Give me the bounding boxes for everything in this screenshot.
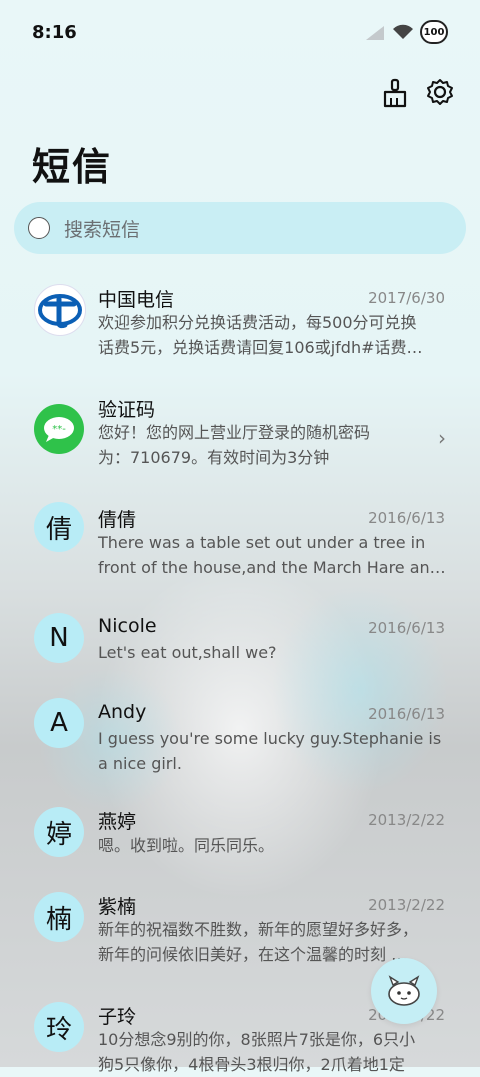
contact-name: 子玲 [98,1006,137,1028]
message-preview: Let's eat out,shall we? [98,640,448,665]
preview-line: 嗯。收到啦。同乐同乐。 [98,836,275,855]
battery-icon: 100 [420,20,448,44]
avatar: A [34,698,84,748]
avatar: 婷 [34,807,84,857]
preview-line: 话费5元，兑换话费请回复106或jfdh#话费… [98,338,423,357]
message-date: 2016/6/13 [368,509,445,527]
message-row-china-telecom[interactable]: 中国电信 2017/6/30 欢迎参加积分兑换话费活动，每500分可兑换 话费5… [0,280,480,380]
message-preview: 10分想念9别的你，8张照片7张是你，6只小 狗5只像你，4根骨头3根归你，2爪… [98,1027,448,1077]
status-time: 8:16 [32,22,77,43]
message-date: 2017/6/30 [368,289,445,307]
avatar: 楠 [34,892,84,942]
message-preview: I guess you're some lucky guy.Stephanie … [98,726,448,776]
message-row[interactable]: A Andy 2016/6/13 I guess you're some luc… [0,696,480,796]
preview-line: front of the house,and the March Hare an… [98,558,446,577]
signal-icon [366,26,384,40]
mascot-icon [28,217,50,239]
contact-name: Andy [98,701,147,723]
preview-line: a nice girl. [98,754,182,773]
contact-name: Nicole [98,615,157,637]
china-telecom-logo-icon [34,284,86,336]
avatar: N [34,613,84,663]
message-date: 2013/2/22 [368,896,445,914]
message-preview: 您好！您的网上营业厅登录的随机密码 为：710679。有效时间为3分钟 [98,420,448,470]
preview-line: 新年的祝福数不胜数，新年的愿望好多好多， [98,920,419,939]
message-preview: There was a table set out under a tree i… [98,530,448,580]
search-placeholder: 搜索短信 [64,218,141,241]
wifi-icon [393,24,413,39]
contact-name: 燕婷 [98,811,137,833]
message-row[interactable]: 婷 燕婷 2013/2/22 嗯。收到啦。同乐同乐。 [0,807,480,887]
battery-level: 100 [423,26,445,38]
chevron-right-icon: › [438,426,446,450]
preview-line: I guess you're some lucky guy.Stephanie … [98,729,442,748]
contact-name: 中国电信 [98,289,175,311]
clean-brush-icon[interactable] [382,78,408,108]
contact-name: 倩倩 [98,509,137,531]
page-title: 短信 [32,145,113,189]
contact-name: 紫楠 [98,896,137,918]
message-row[interactable]: N Nicole 2016/6/13 Let's eat out,shall w… [0,610,480,685]
preview-line: 10分想念9别的你，8张照片7张是你，6只小 [98,1030,416,1049]
search-bar[interactable]: 搜索短信 [14,202,466,254]
message-row[interactable]: 倩 倩倩 2016/6/13 There was a table set out… [0,500,480,600]
settings-gear-icon[interactable] [426,78,454,106]
compose-button[interactable] [371,958,437,1024]
mascot-compose-icon [388,975,420,1006]
preview-line: 欢迎参加积分兑换话费活动，每500分可兑换 [98,313,417,332]
message-row-verification-code[interactable]: **- 验证码 您好！您的网上营业厅登录的随机密码 为：710679。有效时间为… [0,390,480,490]
message-date: 2016/6/13 [368,705,445,723]
svg-text:**-: **- [52,424,66,435]
message-date: 2013/2/22 [368,811,445,829]
preview-line: 为：710679。有效时间为3分钟 [98,448,330,467]
avatar: 玲 [34,1002,84,1052]
message-bubble-icon: **- [34,404,84,454]
message-preview: 欢迎参加积分兑换话费活动，每500分可兑换 话费5元，兑换话费请回复106或jf… [98,310,448,360]
preview-line: Let's eat out,shall we? [98,643,277,662]
contact-name: 验证码 [98,399,156,421]
preview-line: 您好！您的网上营业厅登录的随机密码 [98,423,371,442]
preview-line: 狗5只像你，4根骨头3根归你，2爪着地1定 [98,1055,405,1074]
toolbar [382,78,454,108]
message-preview: 嗯。收到啦。同乐同乐。 [98,833,448,858]
avatar: 倩 [34,502,84,552]
preview-line: There was a table set out under a tree i… [98,533,426,552]
status-bar: 8:16 100 [0,0,480,70]
message-date: 2016/6/13 [368,619,445,637]
